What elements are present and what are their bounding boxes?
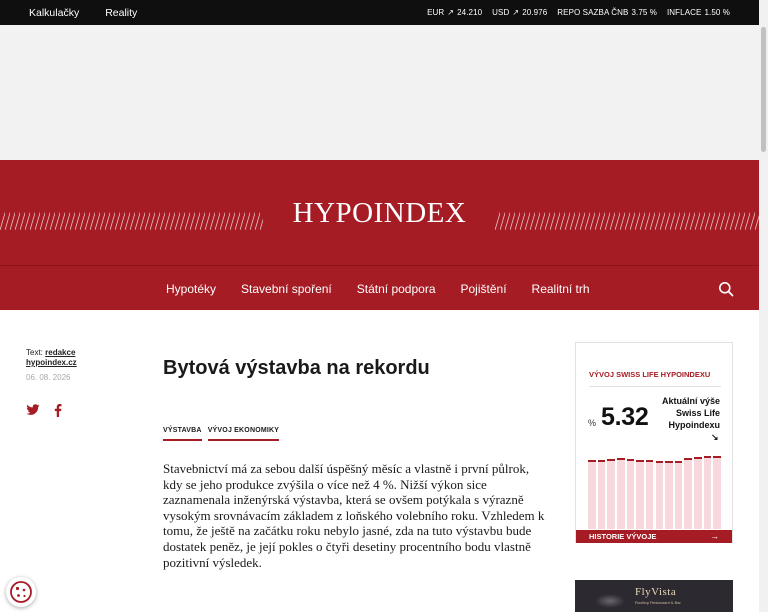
top-bar: Kalkulačky Reality EUR ↗ 24.210 USD ↗ 20… — [0, 0, 759, 25]
mini-bar-chart — [588, 447, 721, 529]
main-nav: Hypotéky Stavební spoření Státní podpora… — [0, 265, 759, 310]
indicator-value: 3.75 % — [631, 8, 657, 17]
indicator-value: 20.976 — [522, 8, 548, 17]
widget-divider — [589, 386, 721, 387]
indicator-label: INFLACE — [666, 8, 702, 17]
chart-bar — [674, 460, 683, 529]
chart-bar — [645, 460, 654, 529]
percent-sign: % — [588, 418, 597, 428]
author-prefix: Text: — [26, 348, 43, 357]
chart-bar — [616, 458, 625, 529]
indicator-usd: USD ↗ 20.976 — [492, 8, 547, 17]
site-logo[interactable]: HYPOINDEX — [270, 196, 489, 230]
indicator-inflation: INFLACE 1.50 % — [667, 8, 730, 17]
chart-bar — [636, 460, 644, 529]
market-indicators: EUR ↗ 24.210 USD ↗ 20.976 REPO SAZBA ČNB… — [427, 0, 730, 25]
twitter-icon[interactable] — [26, 404, 40, 416]
nav-item-mortgages[interactable]: Hypotéky — [166, 282, 216, 296]
hypoindex-widget: VÝVOJ SWISS LIFE HYPOINDEXU % 5.32 Aktuá… — [575, 342, 733, 543]
top-link-calculators[interactable]: Kalkulačky — [29, 7, 79, 19]
arrow-right-icon: → — [710, 531, 719, 541]
indicator-label: USD — [492, 8, 510, 17]
chart-bar — [694, 456, 702, 529]
history-label: HISTORIE VÝVOJE — [589, 532, 657, 541]
scrollbar[interactable] — [759, 0, 768, 612]
chart-bar — [588, 460, 596, 529]
trend-up-icon: ↗ — [447, 8, 455, 17]
chart-bar — [607, 459, 615, 529]
search-icon[interactable] — [718, 281, 734, 297]
chart-bar — [655, 460, 664, 529]
trend-down-icon: ↘ — [711, 432, 719, 442]
ad-subtitle: Rooftop Restaurant & Bar — [635, 600, 681, 605]
indicator-label: REPO SAZBA ČNB — [557, 8, 629, 17]
share-buttons — [26, 404, 62, 417]
article-date: 06. 08. 2026 — [26, 373, 71, 382]
scrollbar-thumb[interactable] — [761, 27, 766, 152]
ad-logo: FlyVista — [635, 586, 677, 598]
widget-title: VÝVOJ SWISS LIFE HYPOINDEXU — [589, 370, 711, 379]
tag-economy[interactable]: VÝVOJ EKONOMIKY — [207, 427, 280, 441]
cookie-icon — [10, 581, 32, 603]
indicator-eur: EUR ↗ 24.210 — [427, 8, 482, 17]
top-link-reality[interactable]: Reality — [105, 7, 137, 19]
nav-item-building-savings[interactable]: Stavební spoření — [241, 282, 332, 296]
widget-caption: Aktuální výše Swiss Life Hypoindexu — [661, 396, 720, 430]
chart-bar — [703, 456, 712, 529]
ad-placeholder — [0, 25, 759, 160]
chart-bar — [665, 460, 673, 529]
nav-item-state-support[interactable]: Státní podpora — [357, 282, 436, 296]
ad-image — [595, 594, 625, 608]
article-tags: VÝSTAVBA VÝVOJ EKONOMIKY — [163, 427, 280, 441]
cookie-settings-button[interactable] — [6, 577, 36, 607]
stripes-decoration-left — [0, 196, 263, 230]
nav-item-insurance[interactable]: Pojištění — [461, 282, 507, 296]
history-link[interactable]: HISTORIE VÝVOJE → — [576, 530, 732, 543]
chart-bar — [626, 459, 635, 529]
article-meta: Text: redakce hypoindex.cz 06. 08. 2026 — [26, 348, 126, 383]
brand-header: HYPOINDEX — [0, 160, 759, 265]
chart-bar — [713, 456, 721, 529]
indicator-repo: REPO SAZBA ČNB 3.75 % — [557, 8, 657, 17]
top-links: Kalkulačky Reality — [29, 0, 137, 25]
indicator-label: EUR — [427, 8, 445, 17]
article-title: Bytová výstavba na rekordu — [163, 357, 430, 379]
facebook-icon[interactable] — [54, 404, 62, 417]
indicator-value: 1.50 % — [704, 8, 730, 17]
author-line: Text: redakce hypoindex.cz — [26, 348, 126, 368]
hypoindex-value: 5.32 — [601, 403, 649, 431]
chart-bar — [597, 460, 606, 529]
trend-up-icon: ↗ — [512, 8, 520, 17]
stripes-decoration-right — [495, 196, 759, 230]
indicator-value: 24.210 — [457, 8, 483, 17]
article-lead: Stavebnictví má za sebou další úspěšný m… — [163, 461, 545, 570]
chart-bar — [684, 457, 693, 529]
nav-item-real-estate[interactable]: Realitní trh — [532, 282, 590, 296]
nav-items: Hypotéky Stavební spoření Státní podpora… — [166, 266, 590, 311]
flyvista-ad[interactable]: FlyVista Rooftop Restaurant & Bar — [575, 580, 733, 612]
tag-construction[interactable]: VÝSTAVBA — [163, 427, 202, 441]
